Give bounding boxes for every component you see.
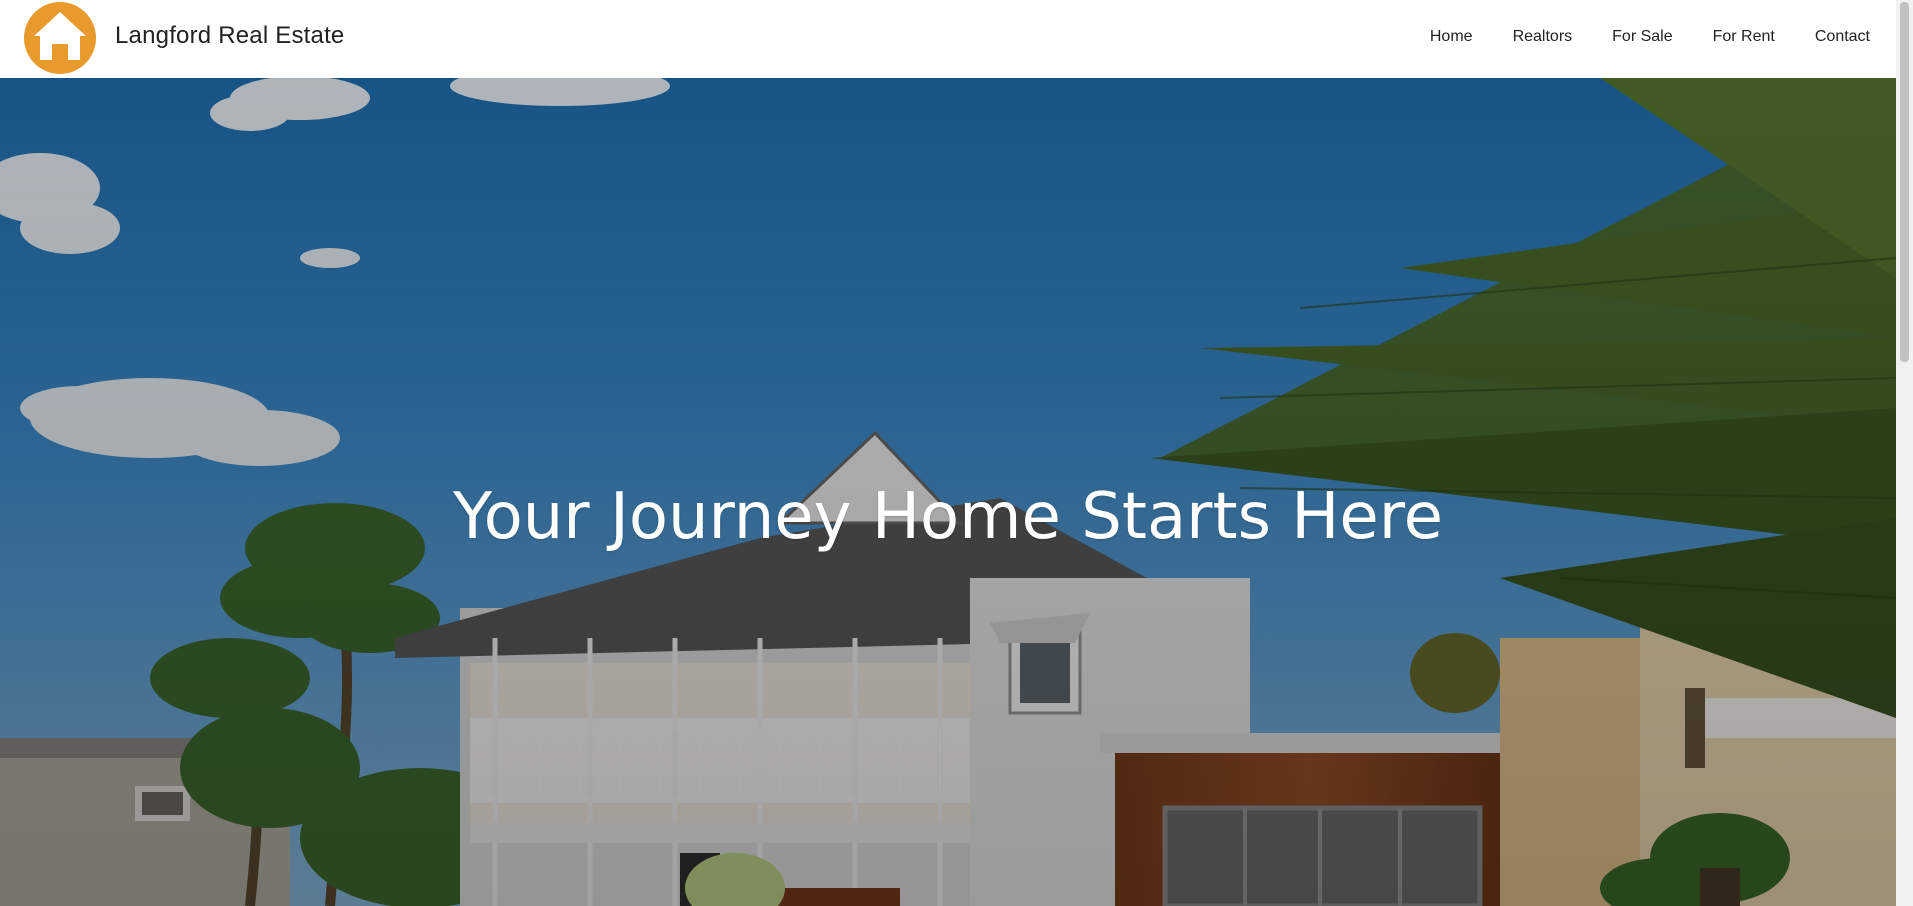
nav-for-rent[interactable]: For Rent	[1713, 28, 1775, 46]
page: Langford Real Estate Home Realtors For S…	[0, 0, 1913, 906]
nav-for-sale[interactable]: For Sale	[1612, 28, 1672, 46]
brand-name[interactable]: Langford Real Estate	[115, 22, 344, 50]
nav-contact[interactable]: Contact	[1815, 28, 1870, 46]
main-nav: Home Realtors For Sale For Rent Contact	[1390, 28, 1870, 46]
house-icon[interactable]	[24, 2, 96, 74]
hero-title: Your Journey Home Starts Here	[452, 480, 1444, 554]
hero-banner: Your Journey Home Starts Here	[0, 78, 1896, 906]
page-scrollbar[interactable]	[1896, 0, 1913, 906]
nav-home[interactable]: Home	[1430, 28, 1473, 46]
scrollbar-thumb[interactable]	[1900, 2, 1909, 362]
nav-realtors[interactable]: Realtors	[1513, 28, 1573, 46]
site-header: Langford Real Estate Home Realtors For S…	[0, 0, 1896, 78]
